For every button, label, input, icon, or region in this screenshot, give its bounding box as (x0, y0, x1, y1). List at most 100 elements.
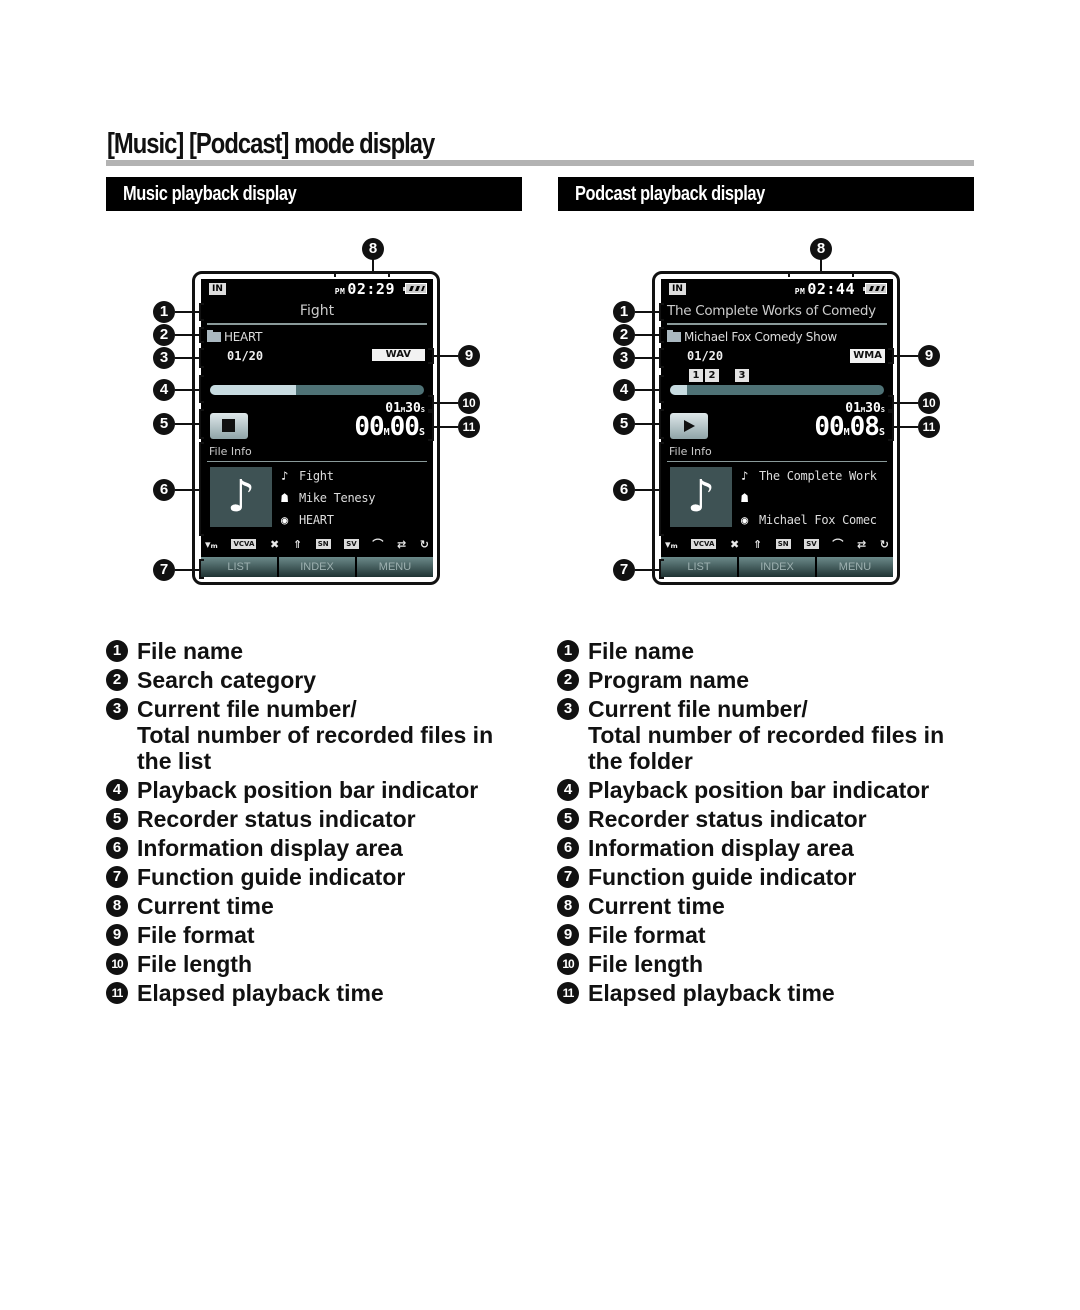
legend-item: 11 Elapsed playback time (557, 980, 987, 1006)
callout-5: 5 (613, 413, 635, 435)
bracket (334, 271, 390, 277)
bracket (659, 348, 664, 368)
callout-number: 6 (106, 837, 128, 859)
music-note-icon: ♪ (670, 467, 732, 527)
folder-icon (667, 330, 681, 342)
callout-number: 10 (106, 953, 128, 975)
callout-4: 4 (613, 379, 635, 401)
list-button[interactable]: LIST (661, 557, 737, 577)
section-header-podcast: Podcast playback display (558, 177, 974, 211)
legend-text-continued: the folder (588, 748, 693, 774)
callout-number: 4 (106, 779, 128, 801)
legend-text: File format (137, 922, 255, 948)
leader-line (635, 311, 659, 313)
note-icon: ♪ (741, 469, 748, 483)
callout-number: 10 (557, 953, 579, 975)
leader-line (635, 569, 659, 571)
legend-item: 1 File name (106, 638, 536, 664)
mic-sense-icon: ▾ₘ (205, 537, 218, 551)
status-icon-strip: ▾ₘ VCVA ✖ ⇑ SN SV ⌒ ⇄ ↻ (665, 535, 889, 553)
progress-fill (670, 385, 688, 395)
playback-position-bar[interactable] (670, 385, 884, 395)
vcva-icon: VCVA (231, 539, 257, 549)
bracket (199, 303, 204, 321)
index-mark: 1 (689, 369, 703, 382)
legend-item: 7 Function guide indicator (557, 864, 987, 890)
file-format: WMA (850, 349, 885, 363)
source-badge: IN (669, 283, 686, 295)
callout-2: 2 (613, 324, 635, 346)
current-time: PM 02:29 (334, 280, 395, 298)
progress-fill (210, 385, 296, 395)
legend-item: 1 File name (557, 638, 987, 664)
index-button[interactable]: INDEX (279, 557, 355, 577)
list-button[interactable]: LIST (201, 557, 277, 577)
callout-11: 11 (458, 416, 480, 438)
leader-line (175, 357, 199, 359)
battery-icon (403, 283, 427, 294)
info-album: ◉ HEART (281, 513, 334, 527)
bracket (659, 442, 664, 536)
file-number: 01/20 (687, 349, 724, 363)
callout-5: 5 (153, 413, 175, 435)
leader-line (635, 389, 659, 391)
menu-button[interactable]: MENU (817, 557, 893, 577)
legend-music: 1 File name 2 Search category 3 Current file … (106, 638, 536, 1009)
legend-text: Function guide indicator (137, 864, 406, 890)
disc-icon: ◉ (741, 513, 748, 527)
callout-3: 3 (153, 347, 175, 369)
function-guide-bar: LIST INDEX MENU (201, 557, 433, 577)
leader-line (635, 334, 659, 336)
legend-item: 11 Elapsed playback time (106, 980, 536, 1006)
callout-number: 11 (557, 982, 579, 1004)
callout-number: 8 (557, 895, 579, 917)
info-album: ◉ Michael Fox Comec (741, 513, 877, 527)
elapsed-time: 00M08S (814, 412, 885, 442)
callout-number: 3 (106, 698, 128, 720)
file-name: The Complete Works of Comedy (667, 303, 876, 319)
recorder-status-indicator (210, 413, 248, 439)
music-display-diagram: IN PM 02:29 Fight HEART 01/20 WAV 01M30S … (140, 235, 500, 595)
menu-button[interactable]: MENU (357, 557, 433, 577)
callout-7: 7 (613, 559, 635, 581)
noise-sense-icon: SN (775, 539, 791, 549)
legend-item: 2 Search category (106, 667, 536, 693)
legend-text: Information display area (588, 835, 854, 861)
leader-line (434, 355, 458, 357)
callout-number: 11 (106, 982, 128, 1004)
person-icon: ☗ (281, 491, 288, 505)
playback-position-bar[interactable] (210, 385, 424, 395)
section-header-music: Music playback display (106, 177, 522, 211)
legend-text: Current time (137, 893, 274, 919)
index-mark: 2 (705, 369, 719, 382)
legend-item: 4 Playback position bar indicator (557, 777, 987, 803)
legend-text: File length (137, 951, 252, 977)
bracket (659, 375, 664, 403)
callout-7: 7 (153, 559, 175, 581)
bracket (659, 409, 664, 439)
callout-1: 1 (153, 301, 175, 323)
leader-line (175, 569, 199, 571)
legend-item: 8 Current time (557, 893, 987, 919)
callout-number: 2 (106, 669, 128, 691)
index-button[interactable]: INDEX (739, 557, 815, 577)
callout-number: 9 (557, 924, 579, 946)
legend-item: 3 Current file number/Total number of rec… (106, 696, 536, 774)
legend-text: Elapsed playback time (137, 980, 384, 1006)
callout-10: 10 (918, 392, 940, 414)
file-info-label: File Info (209, 445, 252, 458)
legend-item: 5 Recorder status indicator (106, 806, 536, 832)
page-title: [Music] [Podcast] mode display (107, 128, 435, 160)
mic-sense-icon: ▾ₘ (665, 537, 678, 551)
leader-line (175, 489, 199, 491)
legend-text: Current time (588, 893, 725, 919)
divider (207, 323, 427, 325)
legend-item: 3 Current file number/Total number of rec… (557, 696, 987, 774)
status-icon-strip: ▾ₘ VCVA ✖ ⇑ SN SV ⌒ ⇄ ↻ (205, 535, 429, 553)
legend-text: Current file number/ (137, 696, 357, 722)
zoom-mic-icon: ⇑ (292, 537, 303, 551)
music-note-icon: ♪ (210, 467, 272, 527)
program-name: Michael Fox Comedy Show (667, 330, 837, 344)
bracket (788, 271, 854, 277)
callout-number: 5 (557, 808, 579, 830)
